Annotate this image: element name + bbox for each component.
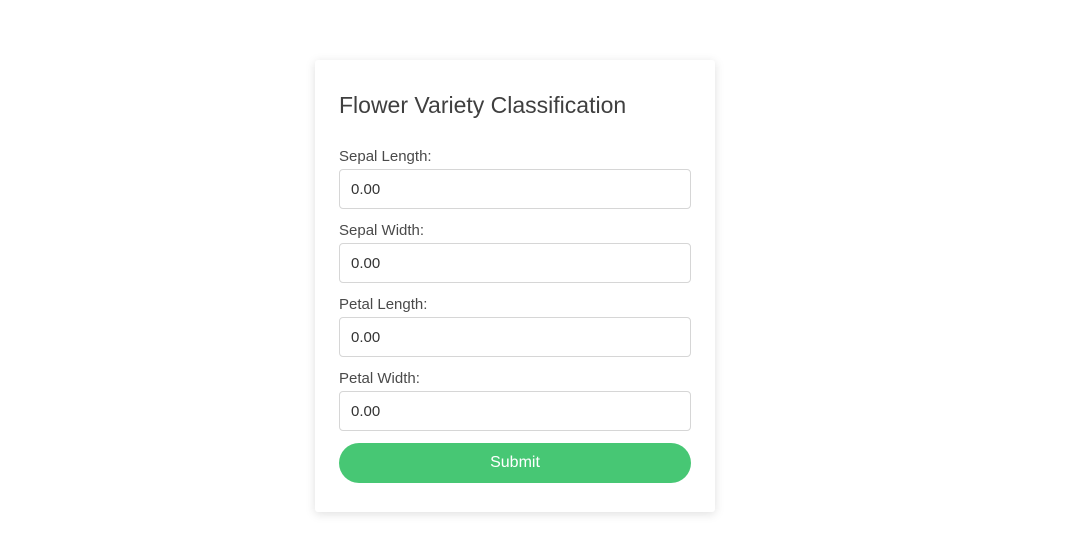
petal-length-input[interactable] xyxy=(339,317,691,357)
sepal-length-input[interactable] xyxy=(339,169,691,209)
classification-form-card: Flower Variety Classification Sepal Leng… xyxy=(315,60,715,512)
petal-width-field: Petal Width: xyxy=(339,369,691,431)
sepal-length-field: Sepal Length: xyxy=(339,147,691,209)
sepal-length-label: Sepal Length: xyxy=(339,148,432,165)
page: Flower Variety Classification Sepal Leng… xyxy=(0,0,1065,542)
petal-width-label: Petal Width: xyxy=(339,370,420,387)
petal-length-field: Petal Length: xyxy=(339,295,691,357)
sepal-width-input[interactable] xyxy=(339,243,691,283)
petal-width-input[interactable] xyxy=(339,391,691,431)
sepal-width-label: Sepal Width: xyxy=(339,222,425,239)
sepal-width-field: Sepal Width: xyxy=(339,221,691,283)
form-title: Flower Variety Classification xyxy=(339,92,627,118)
submit-button[interactable]: Submit xyxy=(339,443,691,483)
petal-length-label: Petal Length: xyxy=(339,296,428,313)
